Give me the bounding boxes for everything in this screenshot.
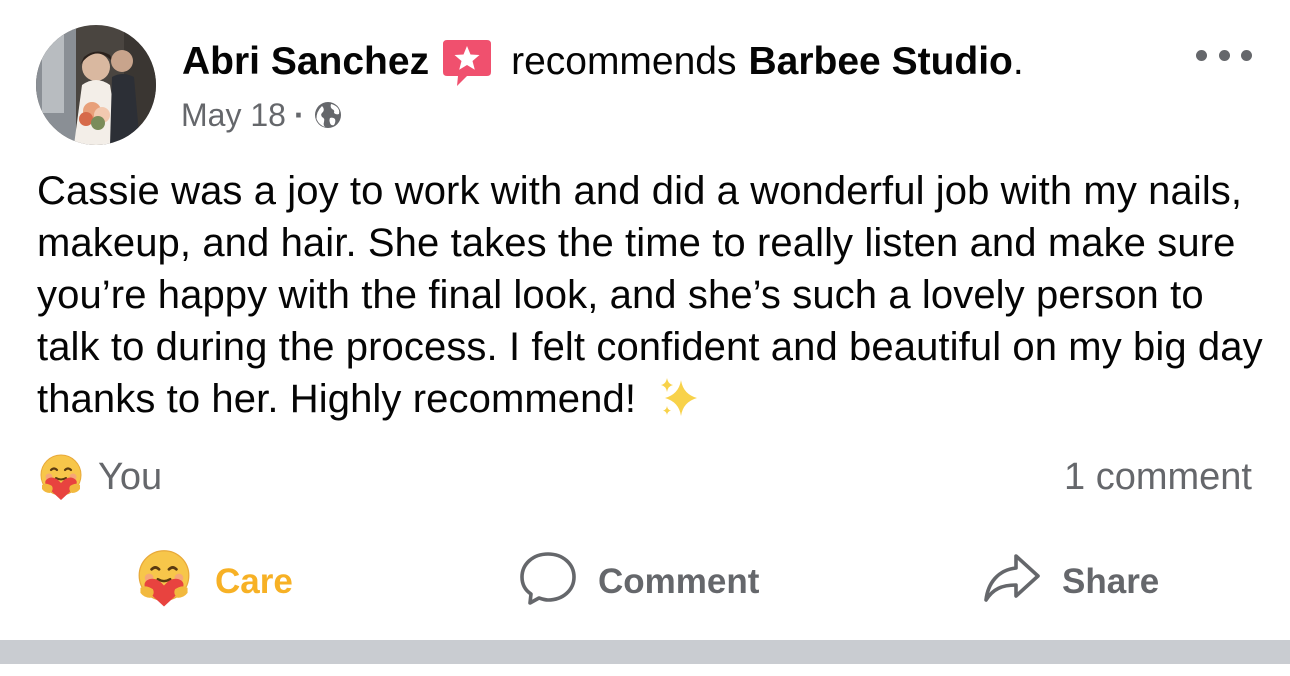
recommend-star-icon bbox=[441, 36, 493, 88]
share-arrow-icon bbox=[982, 548, 1042, 617]
actions-row: Care Comment Share bbox=[0, 546, 1290, 618]
page-name-link[interactable]: Barbee Studio bbox=[749, 40, 1013, 84]
comment-bubble-icon bbox=[518, 548, 578, 617]
more-options-icon[interactable] bbox=[1196, 40, 1252, 70]
post-body: Cassie was a joy to work with and did a … bbox=[37, 165, 1267, 425]
post-body-text: Cassie was a joy to work with and did a … bbox=[37, 169, 1263, 421]
post-header: Abri Sanchez recommends Barbee Studio. bbox=[182, 34, 1024, 90]
care-button[interactable]: Care bbox=[133, 546, 293, 618]
share-button[interactable]: Share bbox=[982, 546, 1159, 618]
post-meta: May 18 · bbox=[181, 94, 343, 136]
recommends-text: recommends bbox=[511, 40, 737, 83]
post-card: Abri Sanchez recommends Barbee Studio. M… bbox=[0, 0, 1290, 640]
reactions-summary[interactable]: You bbox=[36, 450, 162, 504]
avatar-photo bbox=[36, 25, 156, 145]
avatar[interactable] bbox=[36, 25, 156, 145]
author-name[interactable]: Abri Sanchez bbox=[182, 40, 429, 84]
header-period: . bbox=[1012, 40, 1024, 83]
meta-separator: · bbox=[293, 96, 305, 133]
comment-label: Comment bbox=[598, 562, 760, 601]
care-label: Care bbox=[215, 562, 293, 601]
comment-count[interactable]: 1 comment bbox=[1064, 450, 1252, 504]
next-post-edge bbox=[0, 664, 1290, 676]
more-dot bbox=[1241, 49, 1252, 61]
globe-icon[interactable] bbox=[313, 100, 343, 130]
reactions-label: You bbox=[98, 455, 163, 498]
more-dot bbox=[1196, 49, 1207, 61]
share-label: Share bbox=[1062, 562, 1160, 601]
post-date[interactable]: May 18 bbox=[181, 97, 286, 134]
comment-button[interactable]: Comment bbox=[518, 546, 759, 618]
care-emoji-icon bbox=[133, 547, 195, 618]
feed-separator bbox=[0, 640, 1290, 664]
more-dot bbox=[1218, 49, 1230, 61]
care-emoji-icon bbox=[36, 452, 86, 502]
sparkles-icon bbox=[655, 374, 703, 422]
